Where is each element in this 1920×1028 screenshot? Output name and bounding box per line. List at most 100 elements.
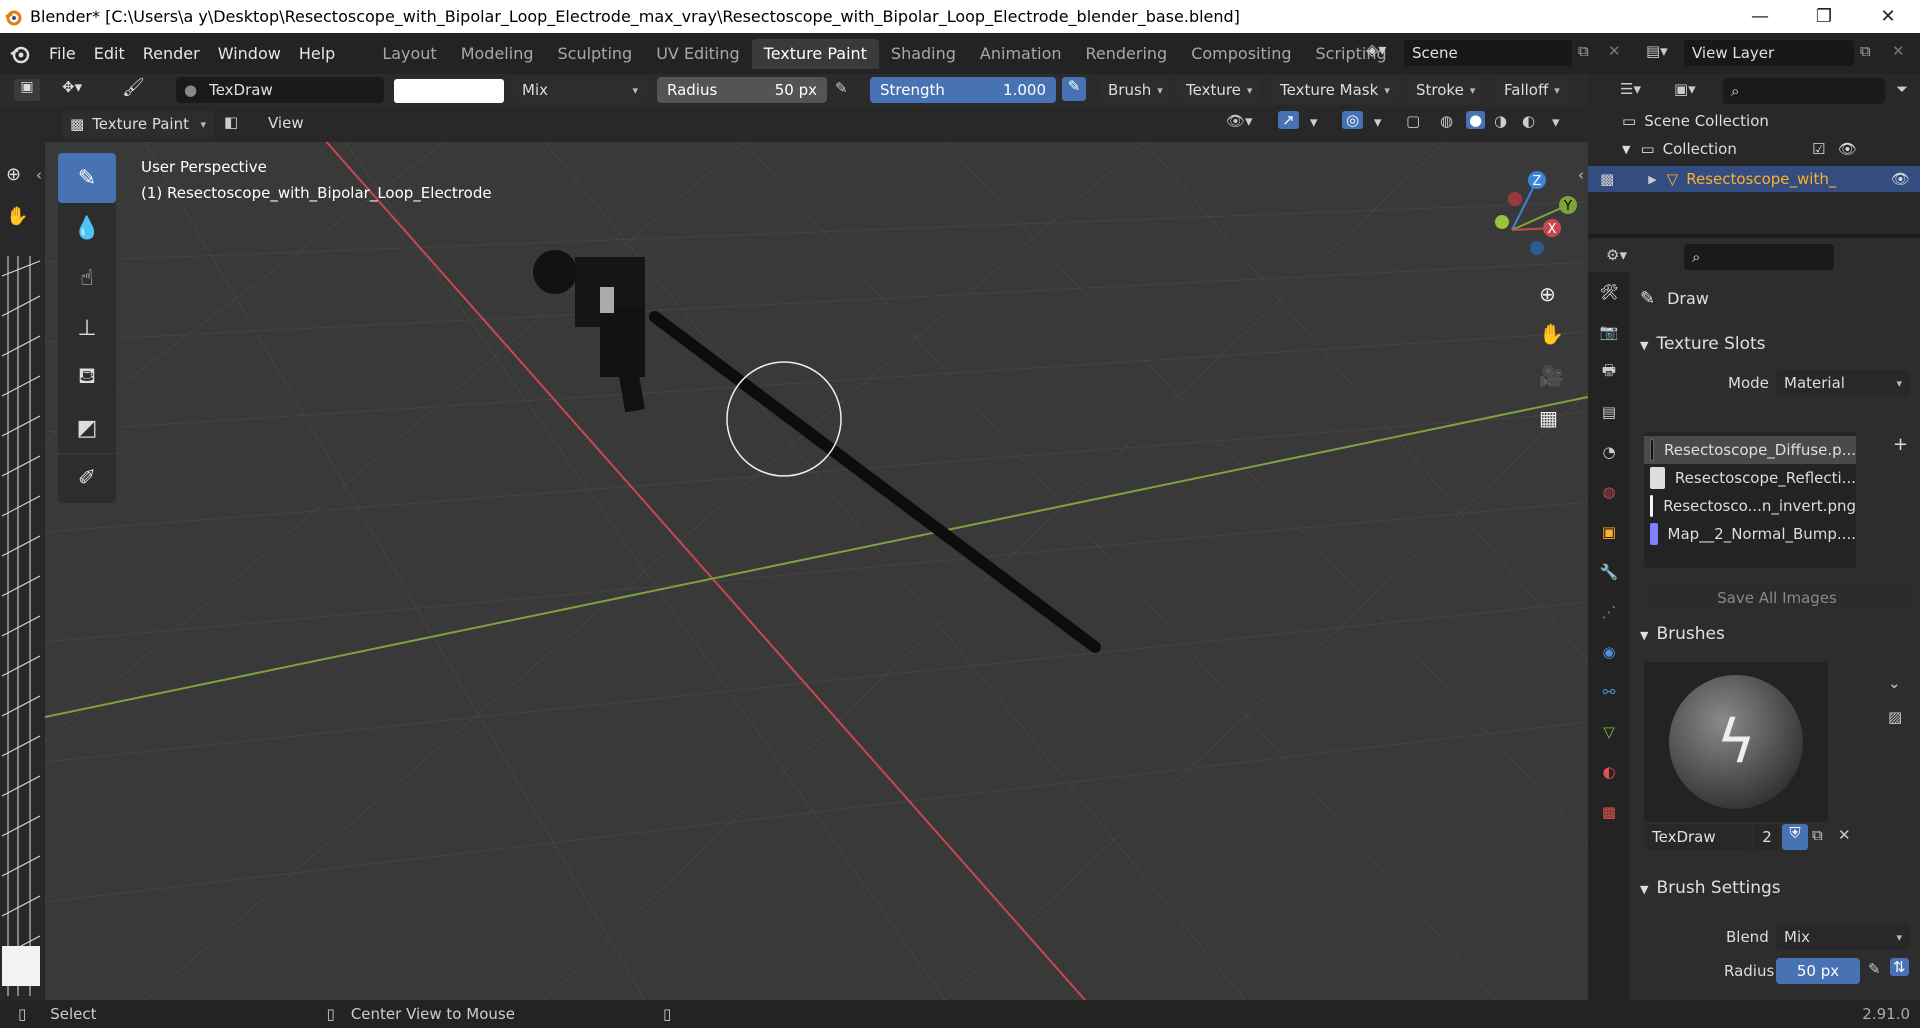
tab-scene[interactable]: ◔ [1588, 432, 1630, 472]
tab-rendering[interactable]: Rendering [1074, 39, 1180, 69]
smear-tool[interactable]: ☝ [58, 253, 116, 303]
menu-help[interactable]: Help [290, 44, 344, 63]
scene-collection-row[interactable]: ▭ Scene Collection [1622, 112, 1769, 130]
clone-tool[interactable]: ⊥ [58, 303, 116, 353]
mask-tool[interactable]: ◩ [58, 403, 116, 453]
3d-viewport[interactable]: User Perspective (1) Resectoscope_with_B… [45, 142, 1588, 1000]
rendered-shading-icon[interactable]: ◐ [1522, 112, 1535, 130]
view-layer-icon[interactable]: ▤▾ [1646, 42, 1668, 60]
draw-tool[interactable]: ✎ [58, 153, 116, 203]
tab-particles[interactable]: ⋰ [1588, 592, 1630, 632]
gizmo-dropdown-icon[interactable]: ▾ [1310, 113, 1318, 131]
tab-world[interactable]: ◍ [1588, 472, 1630, 512]
delete-scene-icon[interactable]: ✕ [1608, 42, 1621, 60]
tool-settings-icon[interactable]: ✥▾ [62, 78, 82, 96]
brush-icon[interactable]: 🖌 [122, 77, 145, 98]
texture-mask-menu[interactable]: Texture Mask ▾ [1272, 77, 1398, 103]
zoom-view-icon[interactable]: ⊕ [1539, 282, 1556, 306]
blend-select[interactable]: Mix ▾ [1776, 924, 1910, 950]
tab-data[interactable]: ▽ [1588, 712, 1630, 752]
brush-name-field[interactable]: ● TexDraw [176, 77, 384, 103]
shading-dropdown-icon[interactable]: ▾ [1552, 113, 1560, 131]
object-eye-icon[interactable]: 👁 [1891, 170, 1910, 188]
radius-pressure-icon[interactable]: ✎ [1868, 960, 1881, 978]
maximize-button[interactable]: ❐ [1792, 0, 1856, 33]
object-row[interactable]: ▩ ▶ ▽ Resectoscope_with_ 👁 [1588, 166, 1920, 192]
brush-datablock-name[interactable]: TexDraw [1644, 824, 1752, 850]
blend-dropdown[interactable]: Mix ▾ [514, 77, 646, 103]
tab-material[interactable]: ◐ [1588, 752, 1630, 792]
move-view-icon[interactable]: ✋ [1539, 322, 1564, 346]
menu-file[interactable]: File [40, 44, 85, 63]
blender-menu-icon[interactable] [0, 43, 40, 65]
brush-dropdown-icon[interactable]: ⌄ [1888, 674, 1901, 692]
add-slot-icon[interactable]: + [1893, 434, 1908, 455]
outliner-display-icon[interactable]: ▣▾ [1674, 80, 1696, 98]
editor-type-icon[interactable]: ▣ [14, 79, 40, 101]
unlink-brush-icon[interactable]: ✕ [1838, 826, 1851, 844]
xray-icon[interactable]: ▢ [1406, 112, 1420, 130]
tab-render[interactable]: 📷 [1588, 312, 1630, 352]
pan-hand-icon[interactable]: ✋ [6, 206, 28, 227]
menu-render[interactable]: Render [134, 44, 209, 63]
fill-tool[interactable]: ⛾ [58, 353, 116, 403]
solid-shading-icon[interactable]: ● [1466, 111, 1486, 129]
tab-uv-editing[interactable]: UV Editing [644, 39, 751, 69]
slot-toggle-icon[interactable]: ◧ [224, 113, 238, 131]
mode-select[interactable]: Material ▾ [1776, 370, 1910, 396]
texture-slots-header[interactable]: ▼ Texture Slots [1640, 334, 1910, 354]
menu-edit[interactable]: Edit [85, 44, 134, 63]
camera-view-icon[interactable]: 🎥 [1539, 364, 1564, 388]
soften-tool[interactable]: 💧 [58, 203, 116, 253]
close-button[interactable]: ✕ [1856, 0, 1920, 33]
texture-menu[interactable]: Texture ▾ [1178, 77, 1261, 103]
expand-left-icon[interactable]: ‹ [36, 166, 42, 184]
delete-view-layer-icon[interactable]: ✕ [1892, 42, 1905, 60]
navigation-gizmo[interactable]: Z Y X [1455, 162, 1585, 292]
tab-output[interactable]: 🖶 [1588, 352, 1630, 392]
collapse-toolbar-icon[interactable]: ‹ [1578, 166, 1584, 184]
scene-field[interactable]: Scene [1404, 40, 1572, 66]
new-scene-icon[interactable]: ⧉ [1578, 42, 1589, 60]
tab-animation[interactable]: Animation [968, 39, 1074, 69]
wireframe-shading-icon[interactable]: ◍ [1440, 112, 1453, 130]
brush-preview[interactable]: ϟ [1644, 662, 1828, 822]
tab-view-layer[interactable]: ▤ [1588, 392, 1630, 432]
duplicate-brush-icon[interactable]: ⧉ [1812, 826, 1823, 844]
radius-field[interactable]: 50 px [1776, 958, 1860, 984]
new-view-layer-icon[interactable]: ⧉ [1860, 42, 1871, 60]
fake-user-shield-icon[interactable]: ⛨ [1782, 824, 1808, 850]
brushes-header[interactable]: ▼ Brushes [1640, 624, 1910, 644]
properties-editor-icon[interactable]: ⚙▾ [1606, 246, 1627, 264]
brush-image-icon[interactable]: ▨ [1888, 708, 1902, 726]
minimize-button[interactable]: — [1728, 0, 1792, 33]
radius-slider[interactable]: Radius 50 px [657, 77, 827, 103]
tab-object[interactable]: ▣ [1588, 512, 1630, 552]
brush-settings-header[interactable]: ▼ Brush Settings [1640, 878, 1910, 898]
material-shading-icon[interactable]: ◑ [1494, 112, 1507, 130]
tab-constraints[interactable]: ⚯ [1588, 672, 1630, 712]
view-layer-field[interactable]: View Layer [1684, 40, 1854, 66]
ortho-toggle-icon[interactable]: ▦ [1539, 406, 1558, 430]
stroke-menu[interactable]: Stroke ▾ [1408, 77, 1484, 103]
tab-modeling[interactable]: Modeling [449, 39, 546, 69]
save-all-images-button[interactable]: Save All Images [1644, 584, 1910, 612]
brush-menu[interactable]: Brush ▾ [1100, 77, 1171, 103]
list-item[interactable]: Resectosco...n_invert.png [1644, 492, 1856, 520]
mode-dropdown[interactable]: ▩ Texture Paint ▾ [62, 111, 214, 137]
filter-icon[interactable]: ⏷ [1896, 80, 1908, 98]
tab-layout[interactable]: Layout [370, 39, 448, 69]
collection-eye-icon[interactable]: 👁 [1838, 140, 1857, 158]
list-item[interactable]: Resectoscope_Reflecti... [1644, 464, 1856, 492]
tab-shading[interactable]: Shading [879, 39, 968, 69]
collection-row[interactable]: ▼ ▭ Collection ☑ 👁 [1622, 140, 1920, 158]
annotate-tool[interactable]: ✐ [58, 453, 116, 503]
radius-pressure-icon[interactable]: ✎ [835, 79, 848, 97]
strength-pressure-icon[interactable]: ✎ [1062, 77, 1086, 101]
tab-sculpting[interactable]: Sculpting [545, 39, 644, 69]
overlay-toggle-icon[interactable]: ◎ [1342, 111, 1364, 129]
tab-modifiers[interactable]: 🔧 [1588, 552, 1630, 592]
properties-search[interactable]: ⌕ [1684, 244, 1834, 270]
tab-tool[interactable]: 🛠 [1588, 272, 1630, 312]
collection-checkbox-icon[interactable]: ☑ [1812, 140, 1825, 158]
